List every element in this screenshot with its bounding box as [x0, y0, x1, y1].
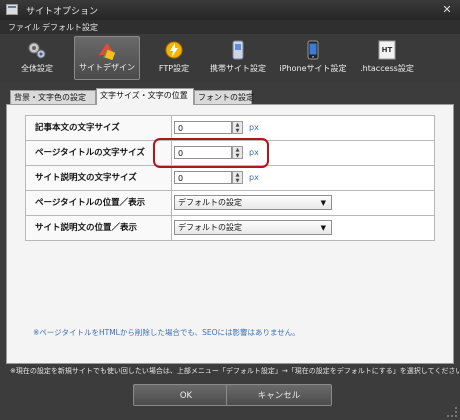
seo-note: ※ページタイトルをHTMLから削除した場合でも、SEOには影響はありません。: [33, 328, 300, 337]
menu-file[interactable]: ファイル: [8, 22, 40, 33]
description-font-size-input[interactable]: 0: [174, 171, 232, 184]
unit-label: px: [249, 148, 259, 157]
toolbar: 全体設定 サイトデザイン FTP設定 携帯サイト設定 iPhoneサイト設定 H…: [0, 34, 460, 82]
options-window: サイトオプション ✕ ファイル デフォルト設定 全体設定 サイトデザイン FTP…: [0, 0, 460, 420]
tab-font-size-position[interactable]: 文字サイズ・文字の位置: [96, 88, 194, 105]
unit-label: px: [249, 123, 259, 132]
cancel-button[interactable]: キャンセル: [226, 384, 332, 406]
ftp-bolt-icon: [165, 41, 183, 59]
body-font-size-input[interactable]: 0: [174, 121, 232, 134]
tab-panel: 記事本文の文字サイズ 0 ▲ ▼ px ページタイトルの文字サイズ 0 ▲ ▼ px…: [6, 104, 454, 364]
tool-ftp-settings[interactable]: FTP設定: [146, 36, 202, 80]
row-label: ページタイトルの位置／表示: [26, 191, 172, 215]
gears-icon: [28, 42, 46, 59]
htaccess-icon: HT: [378, 40, 396, 60]
title-bar: サイトオプション ✕: [0, 0, 460, 20]
row-label: サイト説明文の文字サイズ: [26, 166, 172, 190]
palette-icon: [99, 43, 116, 61]
row-body-font-size: 記事本文の文字サイズ 0 ▲ ▼ px: [25, 115, 435, 141]
unit-label: px: [249, 173, 259, 182]
row-label: 記事本文の文字サイズ: [26, 116, 172, 140]
tab-container: 背景・文字色の設定 文字サイズ・文字の位置 フォントの設定 記事本文の文字サイズ…: [6, 84, 454, 364]
tool-htaccess-settings[interactable]: HT .htaccess設定: [354, 36, 420, 80]
close-icon[interactable]: ✕: [440, 3, 454, 17]
chevron-down-icon: ▼: [320, 199, 326, 207]
page-title-font-size-input[interactable]: 0: [174, 146, 232, 159]
menu-bar: ファイル デフォルト設定: [0, 20, 460, 34]
tool-site-design[interactable]: サイトデザイン: [74, 36, 140, 80]
tool-mobile-settings[interactable]: 携帯サイト設定: [206, 36, 270, 80]
page-title-font-size-spinner[interactable]: ▲ ▼: [232, 146, 243, 159]
ok-button[interactable]: OK: [133, 384, 239, 406]
tab-font-settings[interactable]: フォントの設定: [194, 90, 254, 104]
menu-default-settings[interactable]: デフォルト設定: [42, 22, 98, 33]
row-description-font-size: サイト説明文の文字サイズ 0 ▲ ▼ px: [25, 165, 435, 191]
window-title: サイトオプション: [26, 7, 99, 17]
mobile-phone-icon: [232, 40, 244, 60]
tool-general-settings[interactable]: 全体設定: [6, 36, 68, 80]
body-font-size-spinner[interactable]: ▲ ▼: [232, 121, 243, 134]
page-title-position-select[interactable]: デフォルトの設定 ▼: [174, 195, 332, 210]
row-description-position: サイト説明文の位置／表示 デフォルトの設定 ▼: [25, 215, 435, 241]
row-label: サイト説明文の位置／表示: [26, 216, 172, 240]
iphone-icon: [307, 40, 319, 60]
svg-text:HT: HT: [382, 46, 393, 54]
resize-grip[interactable]: [447, 407, 457, 417]
tool-iphone-settings[interactable]: iPhoneサイト設定: [274, 36, 352, 80]
row-page-title-position: ページタイトルの位置／表示 デフォルトの設定 ▼: [25, 190, 435, 216]
row-label: ページタイトルの文字サイズ: [26, 141, 172, 165]
row-page-title-font-size: ページタイトルの文字サイズ 0 ▲ ▼ px: [25, 140, 435, 166]
description-position-select[interactable]: デフォルトの設定 ▼: [174, 220, 332, 235]
chevron-down-icon: ▼: [320, 224, 326, 232]
description-font-size-spinner[interactable]: ▲ ▼: [232, 171, 243, 184]
footer-note: ※現在の設定を新規サイトでも使い回したい場合は、上部メニュー「デフォルト設定」→…: [10, 367, 460, 375]
tab-background-colors[interactable]: 背景・文字色の設定: [10, 90, 96, 104]
app-icon: [6, 4, 18, 15]
